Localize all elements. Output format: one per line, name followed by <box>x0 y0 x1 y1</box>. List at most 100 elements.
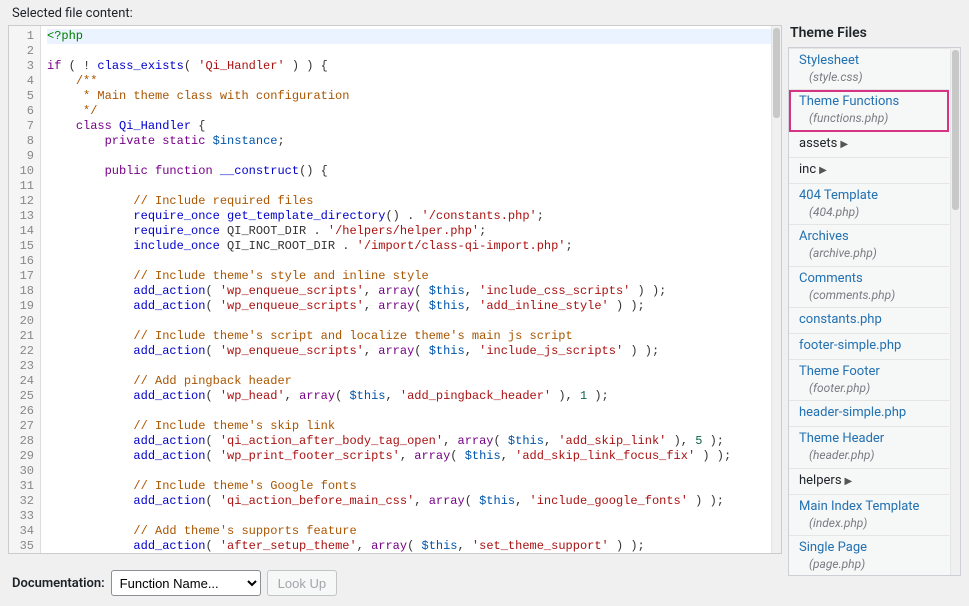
lookup-button[interactable]: Look Up <box>267 570 337 596</box>
code-line[interactable] <box>47 314 775 329</box>
code-line[interactable]: // Include theme's style and inline styl… <box>47 269 775 284</box>
line-number: 12 <box>13 194 34 209</box>
selected-file-content-label: Selected file content: <box>0 0 969 25</box>
file-item-filename: (footer.php) <box>799 381 941 397</box>
file-item-filename: (page.php) <box>799 557 941 573</box>
code-line[interactable]: */ <box>47 104 775 119</box>
code-line[interactable]: // Include theme's Google fonts <box>47 479 775 494</box>
theme-folder-item[interactable]: helpers▶ <box>789 469 949 495</box>
code-line[interactable]: add_action( 'qi_action_after_body_tag_op… <box>47 434 775 449</box>
code-line[interactable] <box>47 359 775 374</box>
code-line[interactable] <box>47 404 775 419</box>
file-item-label: header-simple.php <box>799 405 941 422</box>
chevron-right-icon: ▶ <box>840 139 848 150</box>
code-line[interactable] <box>47 44 775 59</box>
line-number: 3 <box>13 59 34 74</box>
code-line[interactable]: // Include required files <box>47 194 775 209</box>
theme-file-item[interactable]: 404 Template(404.php) <box>789 184 949 225</box>
code-line[interactable] <box>47 509 775 524</box>
theme-file-item[interactable]: header-simple.php <box>789 401 949 427</box>
file-item-label: inc▶ <box>799 162 941 179</box>
theme-file-item[interactable]: Single Page(page.php) <box>789 536 949 575</box>
theme-file-item[interactable]: Theme Functions(functions.php) <box>789 90 949 131</box>
code-line[interactable]: if ( ! class_exists( 'Qi_Handler' ) ) { <box>47 59 775 74</box>
theme-file-item[interactable]: Stylesheet(style.css) <box>789 48 949 90</box>
file-item-label: 404 Template <box>799 188 941 205</box>
code-line[interactable]: require_once get_template_directory() . … <box>47 209 775 224</box>
code-area[interactable]: <?php if ( ! class_exists( 'Qi_Handler' … <box>41 26 781 553</box>
code-line[interactable]: add_action( 'wp_enqueue_scripts', array(… <box>47 344 775 359</box>
line-number: 33 <box>13 509 34 524</box>
code-line[interactable]: // Include theme's skip link <box>47 419 775 434</box>
line-number: 15 <box>13 239 34 254</box>
code-line[interactable]: // Add pingback header <box>47 374 775 389</box>
editor-scrollbar[interactable] <box>771 26 781 553</box>
file-item-label: assets▶ <box>799 136 941 153</box>
code-line[interactable]: public function __construct() { <box>47 164 775 179</box>
file-item-filename: (404.php) <box>799 205 941 221</box>
file-item-filename: (style.css) <box>799 70 941 86</box>
code-line[interactable]: add_action( 'wp_print_footer_scripts', a… <box>47 449 775 464</box>
code-line[interactable]: class Qi_Handler { <box>47 119 775 134</box>
code-line[interactable]: <?php <box>47 29 775 44</box>
code-line[interactable]: // Include theme's script and localize t… <box>47 329 775 344</box>
theme-files-title: Theme Files <box>788 25 961 45</box>
theme-folder-item[interactable]: assets▶ <box>789 132 949 158</box>
line-number: 35 <box>13 539 34 554</box>
line-number: 34 <box>13 524 34 539</box>
code-line[interactable]: include_once QI_INC_ROOT_DIR . '/import/… <box>47 239 775 254</box>
file-item-label: Stylesheet <box>799 53 941 70</box>
code-line[interactable]: add_action( 'qi_action_before_main_css',… <box>47 494 775 509</box>
file-item-label: Single Page <box>799 540 941 557</box>
line-number: 2 <box>13 44 34 59</box>
file-item-label: helpers▶ <box>799 473 941 490</box>
code-line[interactable]: /** <box>47 74 775 89</box>
code-line[interactable] <box>47 149 775 164</box>
chevron-right-icon: ▶ <box>845 476 853 487</box>
theme-file-item[interactable]: Main Index Template(index.php) <box>789 495 949 536</box>
theme-file-item[interactable]: Theme Footer(footer.php) <box>789 360 949 401</box>
theme-files-panel: Stylesheet(style.css)Theme Functions(fun… <box>788 47 961 576</box>
code-editor[interactable]: 1234567891011121314151617181920212223242… <box>8 25 782 554</box>
line-number: 11 <box>13 179 34 194</box>
line-number: 16 <box>13 254 34 269</box>
line-number: 32 <box>13 494 34 509</box>
files-scrollbar-thumb[interactable] <box>952 50 959 210</box>
code-line[interactable]: add_action( 'after_setup_theme', array( … <box>47 539 775 553</box>
files-scrollbar[interactable] <box>950 48 960 575</box>
theme-file-item[interactable]: Archives(archive.php) <box>789 225 949 266</box>
theme-folder-item[interactable]: inc▶ <box>789 158 949 184</box>
code-line[interactable]: private static $instance; <box>47 134 775 149</box>
code-line[interactable]: add_action( 'wp_enqueue_scripts', array(… <box>47 299 775 314</box>
editor-scrollbar-thumb[interactable] <box>773 28 780 118</box>
code-line[interactable]: // Add theme's supports feature <box>47 524 775 539</box>
line-number: 26 <box>13 404 34 419</box>
file-item-filename: (archive.php) <box>799 246 941 262</box>
code-line[interactable] <box>47 254 775 269</box>
theme-file-item[interactable]: footer-simple.php <box>789 334 949 360</box>
line-number: 17 <box>13 269 34 284</box>
theme-file-item[interactable]: constants.php <box>789 308 949 334</box>
line-number: 7 <box>13 119 34 134</box>
documentation-label: Documentation: <box>12 576 105 591</box>
file-item-label: constants.php <box>799 312 941 329</box>
code-line[interactable] <box>47 464 775 479</box>
line-number: 21 <box>13 329 34 344</box>
code-line[interactable]: require_once QI_ROOT_DIR . '/helpers/hel… <box>47 224 775 239</box>
line-number: 31 <box>13 479 34 494</box>
documentation-select[interactable]: Function Name... <box>111 570 261 596</box>
file-item-label: Main Index Template <box>799 499 941 516</box>
code-line[interactable]: add_action( 'wp_enqueue_scripts', array(… <box>47 284 775 299</box>
theme-file-item[interactable]: Theme Header(header.php) <box>789 427 949 468</box>
line-number: 23 <box>13 359 34 374</box>
file-item-filename: (functions.php) <box>799 111 941 127</box>
code-line[interactable] <box>47 179 775 194</box>
line-number: 29 <box>13 449 34 464</box>
file-item-label: Theme Functions <box>799 94 941 111</box>
line-number: 22 <box>13 344 34 359</box>
file-item-label: Comments <box>799 271 941 288</box>
code-line[interactable]: * Main theme class with configuration <box>47 89 775 104</box>
file-item-filename: (header.php) <box>799 448 941 464</box>
code-line[interactable]: add_action( 'wp_head', array( $this, 'ad… <box>47 389 775 404</box>
theme-file-item[interactable]: Comments(comments.php) <box>789 267 949 308</box>
